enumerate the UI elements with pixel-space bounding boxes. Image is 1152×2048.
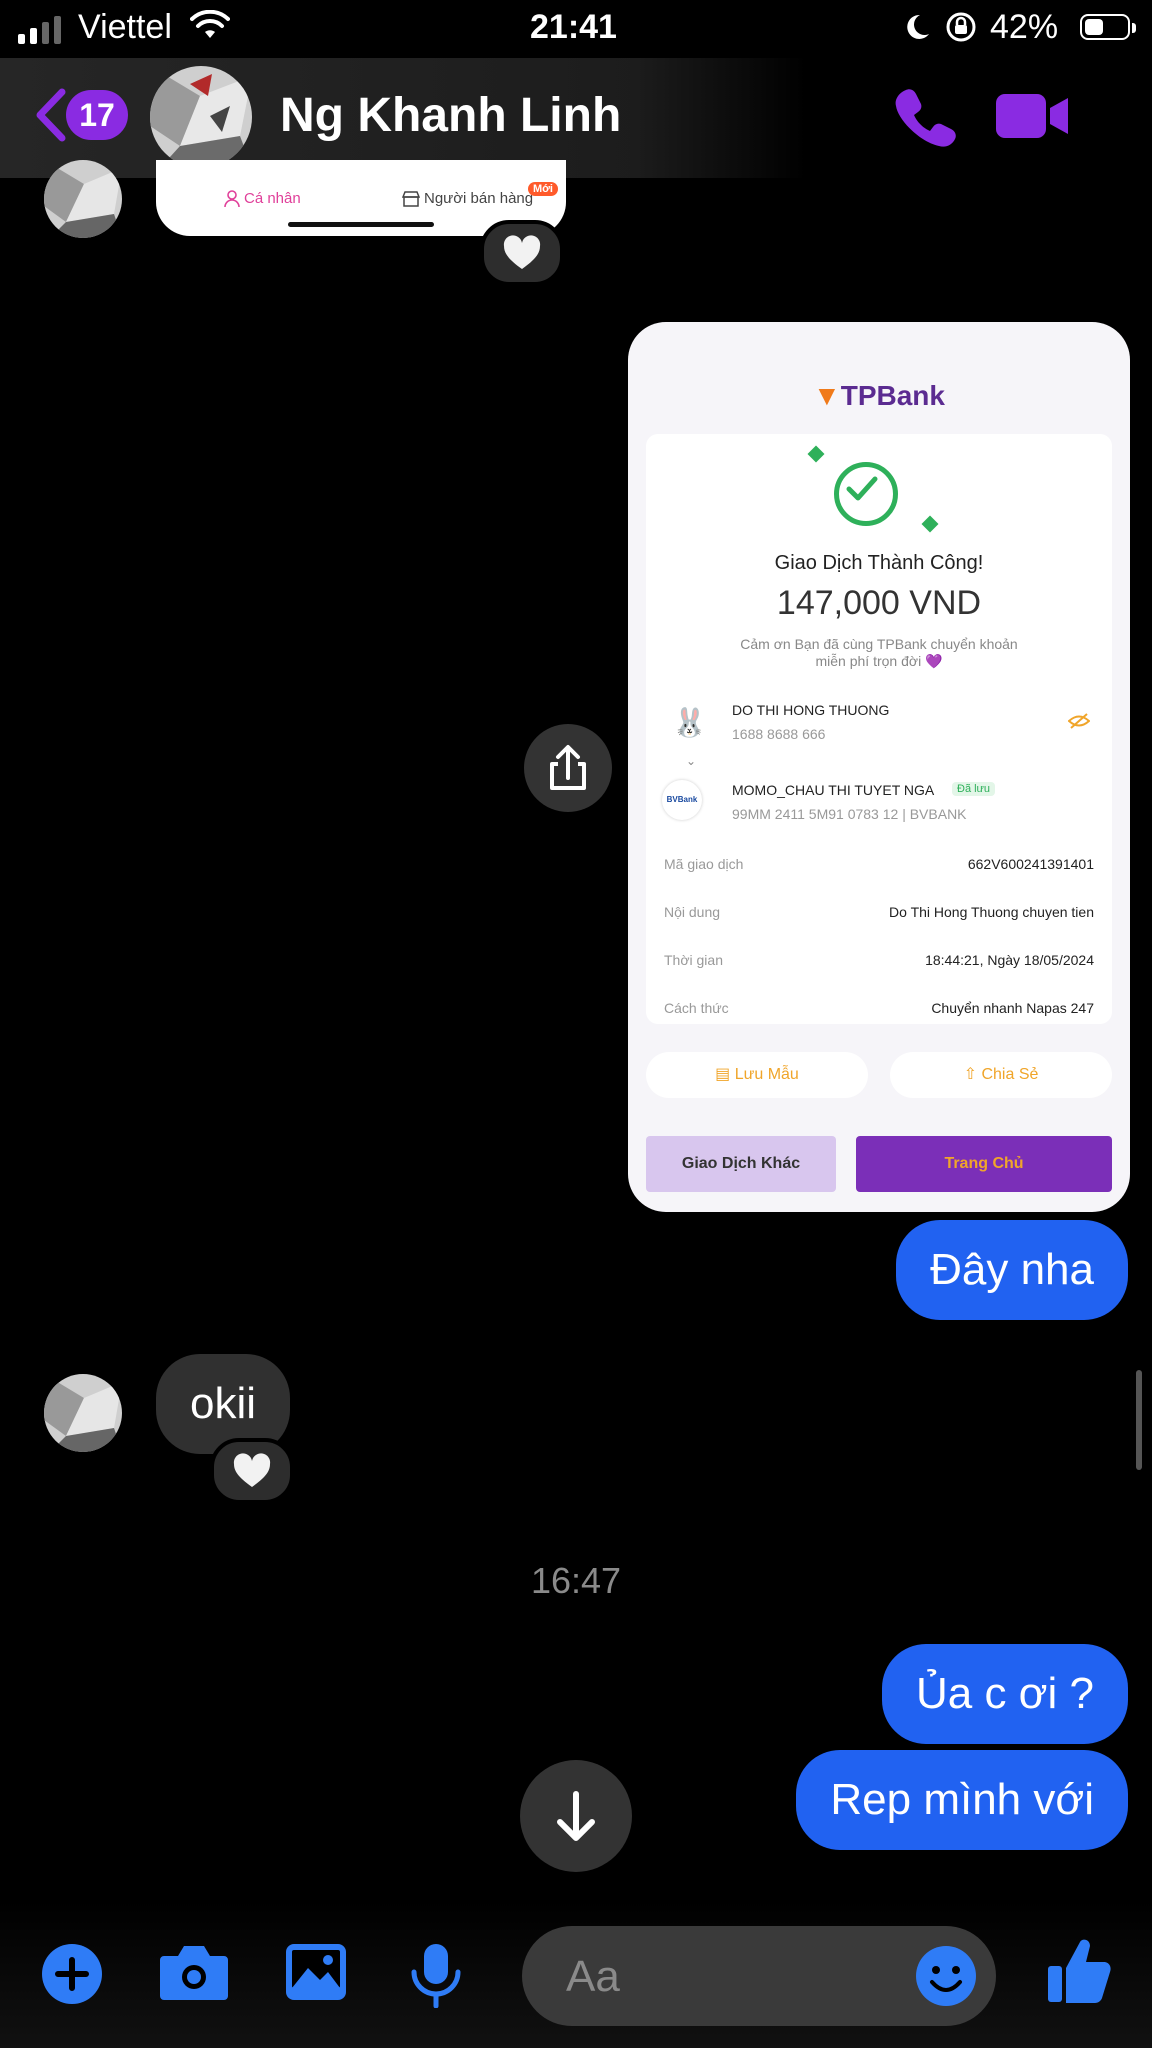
heart-reaction[interactable] <box>480 220 564 286</box>
heart-icon <box>233 1453 271 1487</box>
contact-avatar[interactable] <box>150 66 252 168</box>
sender-name: DO THI HONG THUONG <box>732 702 890 718</box>
shared-image-bank-receipt[interactable]: ▼TPBank Giao Dịch Thành Công! 147,000 VN… <box>628 322 1130 1212</box>
thanks-message: Cảm ơn Bạn đã cùng TPBank chuyển khoản mi… <box>740 636 1018 669</box>
message-bubble-outgoing[interactable]: Ủa c ơi ? <box>881 1644 1128 1744</box>
saved-badge: Đã lưu <box>952 782 996 796</box>
status-bar: Viettel 21:41 42% <box>0 0 1152 58</box>
tab-seller: Người bán hàng <box>424 190 534 207</box>
transaction-status: Giao Dịch Thành Công! <box>774 552 984 574</box>
detail-value: Do Thi Hong Thuong chuyen tien <box>889 904 1094 920</box>
unread-badge[interactable]: 17 <box>66 90 128 140</box>
recipient-account: 99MM 2411 5M91 0783 12 | BVBANK <box>732 806 967 822</box>
detail-value: 18:44:21, Ngày 18/05/2024 <box>925 952 1094 968</box>
heart-icon <box>503 235 541 269</box>
new-badge: Mới <box>527 182 558 196</box>
document-icon: ▤ <box>715 1066 735 1083</box>
message-timestamp: 16:47 <box>530 1560 622 1601</box>
share-icon <box>550 745 586 790</box>
camera-icon[interactable] <box>158 1942 230 2002</box>
video-icon[interactable] <box>994 92 1070 140</box>
other-transaction-button: Giao Dịch Khác <box>646 1136 836 1192</box>
detail-value: Chuyển nhanh Napas 247 <box>931 1000 1094 1016</box>
tab-personal: Cá nhân <box>244 190 301 207</box>
detail-value: 662V600241391401 <box>967 856 1094 872</box>
user-icon <box>224 190 240 208</box>
gallery-icon[interactable] <box>284 1942 348 2002</box>
plus-icon[interactable] <box>40 1942 104 2006</box>
share-receipt-button: ⇧ Chia Sẻ <box>890 1052 1112 1098</box>
recipient-name: MOMO_CHAU THI TUYET NGA <box>732 782 935 798</box>
heart-reaction[interactable] <box>210 1438 294 1504</box>
home-button: Trang Chủ <box>856 1136 1112 1192</box>
battery-icon <box>1080 14 1136 40</box>
microphone-icon[interactable] <box>410 1942 462 2008</box>
thumbs-up-icon[interactable] <box>1046 1936 1112 2006</box>
contact-avatar-small[interactable] <box>44 160 122 238</box>
carrier-label: Viettel <box>78 8 172 46</box>
sender-avatar-icon: 🐰 <box>672 707 707 738</box>
back-chevron-icon[interactable] <box>32 86 68 144</box>
detail-label: Thời gian <box>664 952 723 968</box>
emoji-icon[interactable] <box>914 1944 978 2008</box>
save-template-button: ▤ Lưu Mẫu <box>646 1052 868 1098</box>
home-indicator <box>288 222 434 227</box>
scrollbar[interactable] <box>1136 1370 1142 1470</box>
detail-label: Mã giao dịch <box>664 856 744 872</box>
transaction-amount: 147,000 VND <box>776 584 982 622</box>
contact-avatar-small[interactable] <box>44 1374 122 1452</box>
message-bubble-outgoing[interactable]: Đây nha <box>896 1220 1128 1320</box>
arrow-down-icon <box>557 1791 595 1841</box>
wifi-icon <box>190 10 230 38</box>
rotation-lock-icon <box>946 12 976 42</box>
share-image-button[interactable] <box>524 724 612 812</box>
store-icon <box>402 191 420 207</box>
battery-percent: 42% <box>990 8 1059 46</box>
detail-label: Nội dung <box>664 904 721 920</box>
signal-icon <box>18 14 61 44</box>
bvbank-logo: BVBank <box>662 780 702 820</box>
share-icon: ⇧ <box>963 1066 982 1083</box>
clock: 21:41 <box>530 8 617 46</box>
chevron-down-icon: ⌄ <box>686 754 697 768</box>
tpbank-logo: ▼TPBank <box>813 380 945 411</box>
sender-account: 1688 8688 666 <box>732 726 826 742</box>
eye-off-icon <box>1068 713 1090 729</box>
scroll-to-bottom-button[interactable] <box>520 1760 632 1872</box>
detail-label: Cách thức <box>664 1000 729 1016</box>
contact-name[interactable]: Ng Khanh Linh <box>280 88 621 143</box>
success-check-icon <box>834 462 898 526</box>
moon-icon <box>907 14 929 39</box>
message-placeholder: Aa <box>566 1952 620 2001</box>
message-bubble-outgoing[interactable]: Rep mình với <box>796 1750 1128 1850</box>
phone-icon[interactable] <box>892 84 956 148</box>
